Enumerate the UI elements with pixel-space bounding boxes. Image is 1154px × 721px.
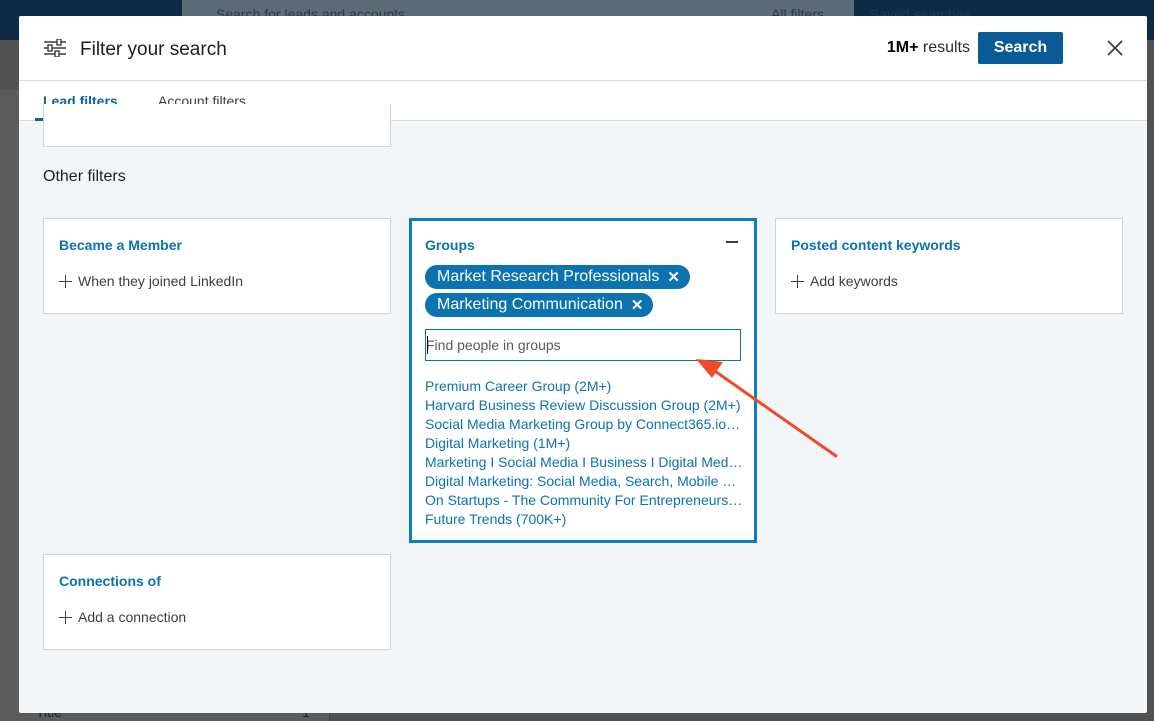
- other-filters-heading: Other filters: [43, 168, 126, 185]
- add-keywords-label: Add keywords: [810, 273, 898, 289]
- plus-icon: [791, 274, 804, 288]
- collapse-icon[interactable]: [726, 241, 738, 243]
- search-button[interactable]: Search: [978, 32, 1063, 64]
- became-member-card[interactable]: Became a Member When they joined LinkedI…: [43, 218, 391, 314]
- previous-filter-card: [43, 104, 391, 147]
- group-suggestion[interactable]: Social Media Marketing Group by Connect3…: [425, 415, 743, 434]
- remove-icon[interactable]: ✕: [631, 298, 644, 313]
- group-suggestion[interactable]: Digital Marketing (1M+): [425, 434, 743, 453]
- groups-card: Groups Market Research Professionals ✕ M…: [409, 218, 757, 543]
- posted-content-card[interactable]: Posted content keywords Add keywords: [775, 218, 1123, 314]
- remove-icon[interactable]: ✕: [667, 270, 680, 285]
- group-suggestion[interactable]: Digital Marketing: Social Media, Search,…: [425, 472, 743, 491]
- posted-content-title[interactable]: Posted content keywords: [791, 237, 961, 253]
- selected-group-pill: Market Research Professionals ✕: [425, 265, 690, 289]
- selected-group-label: Marketing Communication: [437, 296, 623, 313]
- add-joined-date-label: When they joined LinkedIn: [78, 273, 243, 289]
- filter-modal: Filter your search 1M+ results Search Le…: [19, 16, 1147, 713]
- selected-group-pill: Marketing Communication ✕: [425, 293, 654, 317]
- results-number: 1M+: [886, 39, 919, 56]
- became-member-title[interactable]: Became a Member: [59, 237, 182, 253]
- add-keywords-row[interactable]: Add keywords: [791, 273, 898, 289]
- connections-of-card[interactable]: Connections of Add a connection: [43, 554, 391, 650]
- add-connection-row[interactable]: Add a connection: [59, 609, 186, 625]
- close-icon[interactable]: [1105, 38, 1125, 58]
- results-count: 1M+ results: [887, 39, 970, 57]
- plus-icon: [59, 274, 72, 288]
- add-joined-date-row[interactable]: When they joined LinkedIn: [59, 273, 243, 289]
- modal-header: Filter your search 1M+ results Search: [19, 16, 1147, 81]
- sliders-icon: [44, 39, 66, 57]
- group-suggestion[interactable]: On Startups - The Community For Entrepre…: [425, 491, 743, 510]
- selected-group-label: Market Research Professionals: [437, 268, 660, 285]
- group-suggestion[interactable]: Premium Career Group (2M+): [425, 377, 743, 396]
- group-search-input[interactable]: [425, 329, 741, 361]
- group-suggestions-list: Premium Career Group (2M+) Harvard Busin…: [425, 377, 743, 529]
- group-suggestion[interactable]: Marketing I Social Media I Business I Di…: [425, 453, 743, 472]
- group-suggestion[interactable]: Future Trends (700K+): [425, 510, 743, 529]
- add-connection-label: Add a connection: [78, 609, 187, 625]
- connections-of-title[interactable]: Connections of: [59, 573, 161, 589]
- groups-title: Groups: [425, 237, 475, 253]
- results-label: results: [922, 39, 970, 56]
- plus-icon: [59, 610, 72, 624]
- group-suggestion[interactable]: Harvard Business Review Discussion Group…: [425, 396, 743, 415]
- text-caret: [427, 336, 428, 354]
- modal-title: Filter your search: [80, 39, 227, 60]
